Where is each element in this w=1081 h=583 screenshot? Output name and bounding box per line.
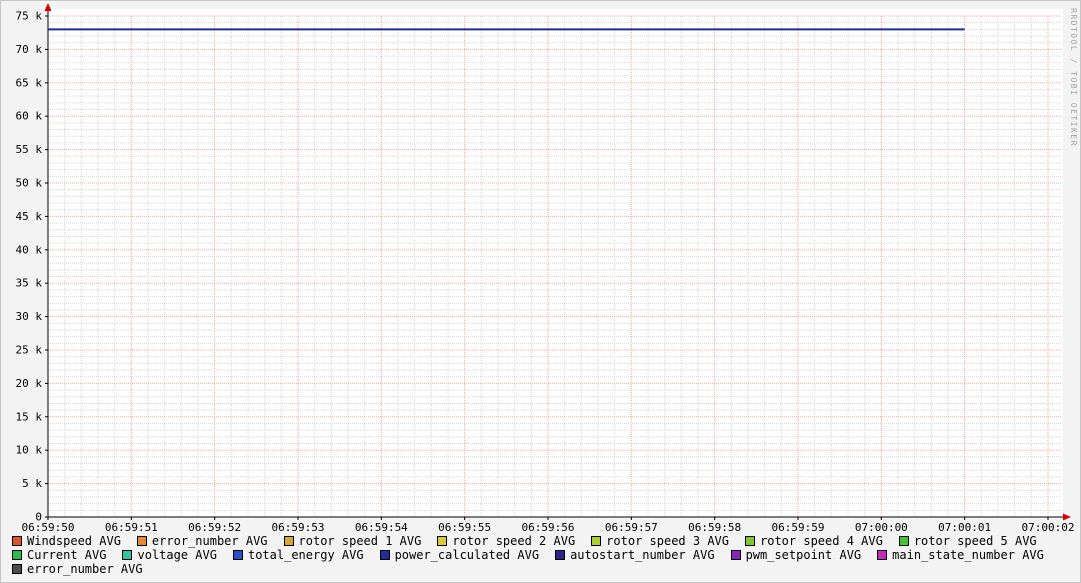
y-tick-label: 20 k: [16, 377, 43, 390]
legend-item: rotor speed 4 AVG: [745, 534, 883, 548]
y-tick-label: 65 k: [16, 76, 43, 89]
legend-label: rotor speed 2 AVG: [452, 534, 576, 548]
legend-item: pwm_setpoint AVG: [730, 548, 862, 562]
legend-swatch-icon: [898, 536, 909, 546]
legend-row: Windspeed AVG error_number AVG rotor speed…: [12, 534, 1072, 548]
y-tick-label: 50 k: [16, 177, 43, 190]
legend-item: rotor speed 3 AVG: [591, 534, 729, 548]
legend-swatch-icon: [12, 550, 22, 560]
x-tick-label: 06:59:54: [355, 521, 408, 534]
legend-swatch-icon: [12, 536, 22, 546]
y-axis-arrow: [44, 3, 52, 11]
legend-label: Windspeed AVG: [27, 534, 121, 548]
legend-label: total_energy AVG: [247, 548, 364, 562]
legend-label: power_calculated AVG: [394, 548, 540, 562]
legend-item: power_calculated AVG: [379, 548, 540, 562]
x-tick-label: 06:59:56: [522, 521, 575, 534]
legend-item: Windspeed AVG: [12, 534, 121, 548]
legend-item: autostart_number AVG: [555, 548, 715, 562]
legend-item: Current AVG: [12, 548, 106, 562]
y-tick-label: 35 k: [16, 277, 43, 290]
x-tick-label: 07:00:01: [938, 521, 991, 534]
legend-swatch-icon: [591, 536, 602, 546]
x-tick-label: 06:59:58: [688, 521, 741, 534]
legend-swatch-icon: [283, 536, 294, 546]
x-tick-label: 07:00:02: [1022, 521, 1075, 534]
legend-item: rotor speed 2 AVG: [437, 534, 575, 548]
x-tick-label: 06:59:51: [105, 521, 158, 534]
y-tick-label: 60 k: [16, 110, 43, 123]
y-tick-label: 55 k: [16, 143, 43, 156]
legend-label: rotor speed 4 AVG: [760, 534, 883, 548]
y-tick-label: 45 k: [16, 210, 43, 223]
legend-swatch-icon: [379, 550, 390, 560]
legend-swatch-icon: [232, 550, 243, 560]
legend-swatch-icon: [555, 550, 566, 560]
legend-swatch-icon: [877, 550, 888, 560]
x-tick-label: 06:59:59: [772, 521, 825, 534]
legend-label: rotor speed 5 AVG: [913, 534, 1037, 548]
legend-label: error_number AVG: [27, 562, 143, 576]
legend-swatch-icon: [122, 550, 133, 560]
legend-swatch-icon: [12, 564, 22, 574]
x-tick-label: 06:59:52: [188, 521, 241, 534]
legend-item: voltage AVG: [122, 548, 217, 562]
legend-swatch-icon: [730, 550, 741, 560]
x-tick-label: 07:00:00: [855, 521, 908, 534]
y-tick-label: 70 k: [16, 43, 43, 56]
y-tick-label: 30 k: [16, 310, 43, 323]
legend-label: pwm_setpoint AVG: [745, 548, 862, 562]
rrd-graph: 06:59:50 06:59:51 06:59:52 06:59:53 06:59:54…: [0, 0, 1081, 583]
y-tick-label: 40 k: [16, 243, 43, 256]
legend-item: main_state_number AVG: [877, 548, 1044, 562]
legend-swatch-icon: [437, 536, 448, 546]
legend-label: rotor speed 3 AVG: [606, 534, 729, 548]
legend-label: voltage AVG: [137, 548, 217, 562]
y-tick-label: 15 k: [16, 410, 43, 423]
x-tick-label: 06:59:50: [22, 521, 75, 534]
legend-row: error_number AVG: [12, 562, 1072, 576]
legend-item: rotor speed 5 AVG: [898, 534, 1037, 548]
x-tick-label: 06:59:55: [438, 521, 491, 534]
legend: Windspeed AVG error_number AVG rotor speed…: [12, 534, 1072, 576]
x-axis-arrow: [1063, 513, 1071, 521]
watermark: RRDTOOL / TOBI OETIKER: [1069, 8, 1078, 147]
legend-label: main_state_number AVG: [892, 548, 1044, 562]
legend-swatch-icon: [136, 536, 147, 546]
y-tick-label: 5 k: [22, 477, 42, 490]
legend-item: total_energy AVG: [232, 548, 364, 562]
y-tick-label: 75 k: [16, 10, 43, 23]
chart-canvas: 06:59:50 06:59:51 06:59:52 06:59:53 06:59:54…: [16, 3, 1075, 534]
legend-item: rotor speed 1 AVG: [283, 534, 422, 548]
legend-label: error_number AVG: [151, 534, 268, 548]
legend-label: Current AVG: [27, 548, 107, 562]
legend-item: error_number AVG: [12, 562, 143, 576]
legend-row: Current AVG voltage AVG total_energy AVG po…: [12, 548, 1072, 562]
y-tick-label: 0: [35, 511, 42, 524]
y-tick-label: 25 k: [16, 344, 43, 357]
y-tick-label: 10 k: [16, 444, 43, 457]
x-tick-label: 06:59:57: [605, 521, 658, 534]
legend-item: error_number AVG: [136, 534, 268, 548]
x-tick-label: 06:59:53: [272, 521, 325, 534]
legend-label: autostart_number AVG: [570, 548, 715, 562]
legend-label: rotor speed 1 AVG: [298, 534, 422, 548]
legend-swatch-icon: [745, 536, 755, 546]
